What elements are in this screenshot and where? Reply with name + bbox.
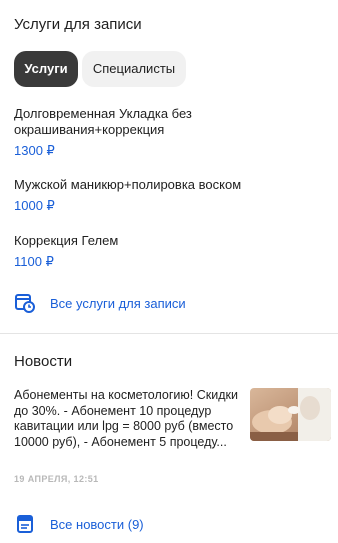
all-news-label: Все новости (9) <box>50 516 144 532</box>
services-section-title: Услуги для записи <box>14 16 142 33</box>
news-date: 19 АПРЕЛЯ, 12:51 <box>14 474 99 484</box>
service-name: Мужской маникюр+полировка воском <box>14 177 242 192</box>
section-divider <box>0 333 338 334</box>
tab-services[interactable]: Услуги <box>14 51 78 87</box>
service-name: Долговременная Укладка без окрашивания+к… <box>14 106 192 137</box>
all-services-label: Все услуги для записи <box>50 295 186 311</box>
news-item-text[interactable]: Абонементы на косметологию! Скидки до 30… <box>14 388 242 450</box>
news-calendar-icon <box>14 513 36 535</box>
tab-specialists[interactable]: Специалисты <box>82 51 186 87</box>
all-news-link[interactable]: Все новости (9) <box>14 513 144 535</box>
service-price: 1100 ₽ <box>14 254 54 269</box>
service-price: 1000 ₽ <box>14 198 55 213</box>
service-item[interactable]: Долговременная Укладка без окрашивания+к… <box>14 106 314 159</box>
service-item[interactable]: Мужской маникюр+полировка воском 1000 ₽ <box>14 177 314 214</box>
news-section-title: Новости <box>14 353 73 370</box>
service-item[interactable]: Коррекция Гелем 1100 ₽ <box>14 233 314 270</box>
news-thumbnail-image[interactable] <box>250 388 331 441</box>
service-price: 1300 ₽ <box>14 143 55 158</box>
all-services-link[interactable]: Все услуги для записи <box>14 292 186 314</box>
calendar-clock-icon <box>14 292 36 314</box>
service-name: Коррекция Гелем <box>14 233 119 248</box>
